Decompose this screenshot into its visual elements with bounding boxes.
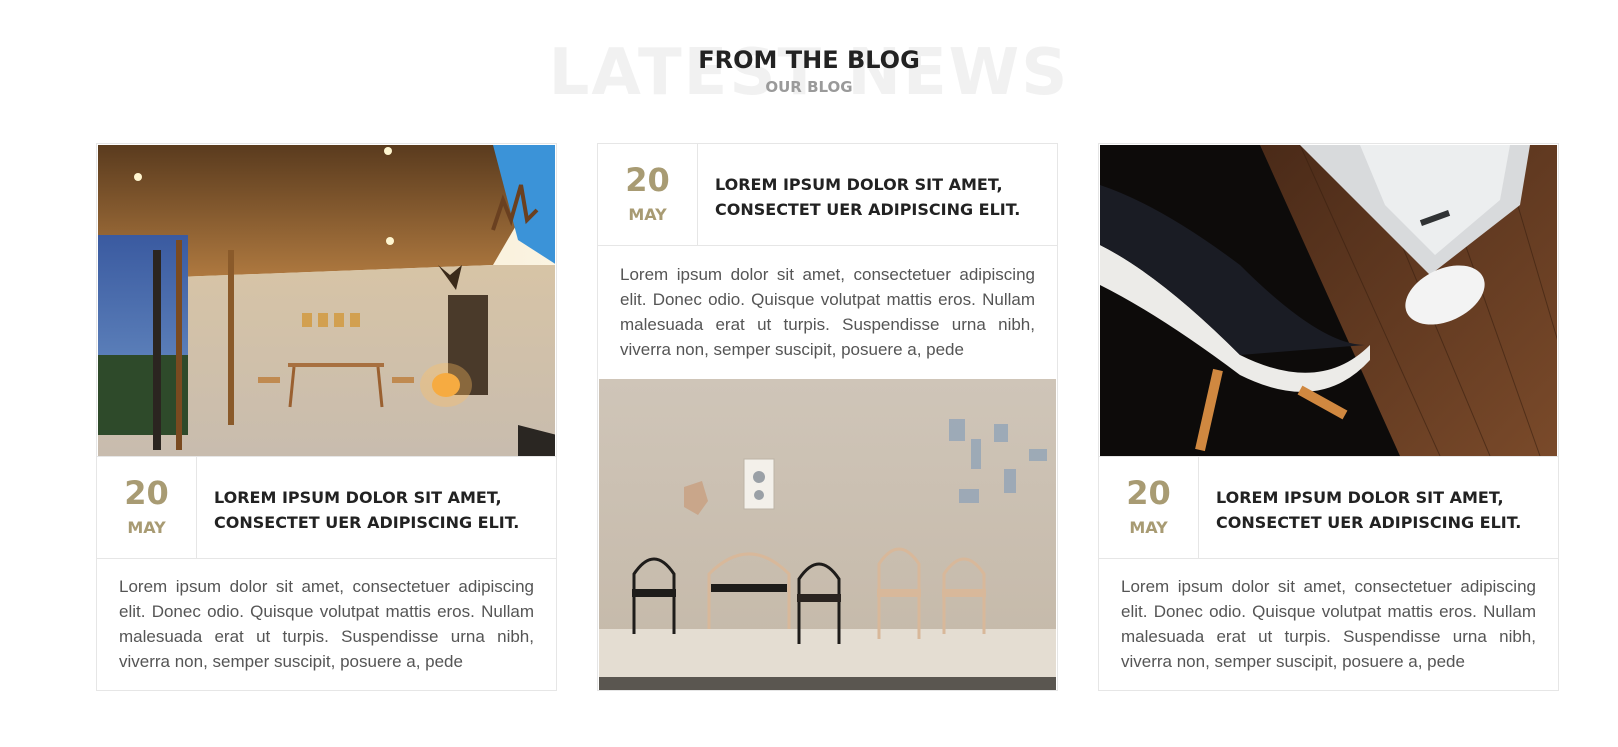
- post-title-link[interactable]: LOREM IPSUM DOLOR SIT AMET, CONSECTET UE…: [715, 172, 1039, 222]
- post-date: 20 MAY: [1099, 457, 1199, 558]
- post-date-day: 20: [124, 474, 169, 512]
- post-date: 20 MAY: [97, 457, 197, 558]
- post-date-day: 20: [1126, 474, 1171, 512]
- blog-card[interactable]: 20 MAY LOREM IPSUM DOLOR SIT AMET, CONSE…: [1098, 143, 1559, 691]
- post-image[interactable]: [1100, 145, 1557, 456]
- post-image[interactable]: [98, 145, 555, 456]
- post-meta: 20 MAY LOREM IPSUM DOLOR SIT AMET, CONSE…: [1099, 456, 1558, 559]
- section-subtitle: OUR BLOG: [765, 78, 853, 96]
- post-excerpt: Lorem ipsum dolor sit amet, consectetuer…: [1121, 577, 1536, 671]
- post-meta: 20 MAY LOREM IPSUM DOLOR SIT AMET, CONSE…: [598, 144, 1057, 246]
- post-image[interactable]: [599, 379, 1056, 690]
- post-title-link[interactable]: LOREM IPSUM DOLOR SIT AMET, CONSECTET UE…: [214, 485, 538, 535]
- section-heading: LATEST NEWS FROM THE BLOG OUR BLOG: [0, 40, 1618, 110]
- post-title-link[interactable]: LOREM IPSUM DOLOR SIT AMET, CONSECTET UE…: [1216, 485, 1540, 535]
- post-excerpt: Lorem ipsum dolor sit amet, consectetuer…: [119, 577, 534, 671]
- post-date-day: 20: [625, 161, 670, 199]
- blog-card[interactable]: 20 MAY LOREM IPSUM DOLOR SIT AMET, CONSE…: [597, 143, 1058, 691]
- blog-card[interactable]: 20 MAY LOREM IPSUM DOLOR SIT AMET, CONSE…: [96, 143, 557, 691]
- post-excerpt: Lorem ipsum dolor sit amet, consectetuer…: [620, 265, 1035, 359]
- post-date-month: MAY: [1129, 518, 1168, 537]
- post-date: 20 MAY: [598, 144, 698, 245]
- post-meta: 20 MAY LOREM IPSUM DOLOR SIT AMET, CONSE…: [97, 456, 556, 559]
- post-date-month: MAY: [628, 205, 667, 224]
- post-date-month: MAY: [127, 518, 166, 537]
- section-title: FROM THE BLOG: [698, 46, 920, 74]
